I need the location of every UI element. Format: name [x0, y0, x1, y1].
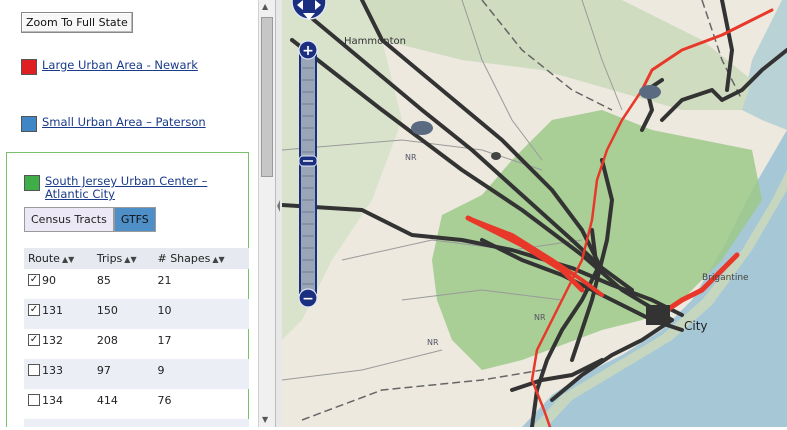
column-header-route[interactable]: Route ▲▼	[24, 248, 93, 269]
sidebar-scrollbar[interactable]: ▲ ▼	[258, 0, 276, 427]
sort-icon: ▲▼	[212, 255, 225, 264]
place-label: City	[684, 319, 708, 333]
sort-icon: ▲▼	[61, 255, 75, 264]
shapes-cell: 76	[157, 394, 172, 407]
trips-cell: 150	[92, 299, 154, 329]
place-label: Brigantine	[702, 273, 749, 283]
zoom-to-full-state-button[interactable]: Zoom To Full State	[21, 12, 133, 33]
route-checkbox[interactable]	[28, 394, 40, 406]
green-swatch-icon	[24, 175, 40, 191]
zoom-in-icon: +	[302, 43, 314, 59]
scroll-up-icon[interactable]: ▲	[262, 2, 268, 11]
shapes-cell: 9	[153, 359, 249, 389]
table-row: ✓ 90 85 21	[24, 269, 249, 299]
route-checkbox[interactable]: ✓	[28, 274, 40, 286]
tab-bar: Census Tracts GTFS	[24, 207, 156, 232]
legend-item-newark[interactable]: Large Urban Area - Newark	[21, 59, 198, 75]
nr-label: NR	[534, 313, 546, 322]
route-checkbox[interactable]: ✓	[28, 304, 40, 316]
blue-swatch-icon	[21, 116, 37, 132]
table-row: ✓ 132 208 17	[24, 329, 249, 359]
shapes-cell: 17	[157, 334, 172, 347]
sidebar: Zoom To Full State Large Urban Area - Ne…	[0, 0, 258, 427]
gtfs-routes-table: Route ▲▼ Trips ▲▼ # Shapes ▲▼ ✓ 90 85 21 ✓ 13…	[24, 248, 249, 427]
map-canvas[interactable]: Hammonton City Brigantine NR NR NR	[282, 0, 787, 427]
table-row: 134 414 76	[24, 389, 249, 419]
route-number: 133	[42, 364, 63, 377]
shapes-cell: 21	[157, 274, 172, 287]
trips-cell: 414	[96, 394, 118, 407]
tab-gtfs[interactable]: GTFS	[113, 207, 156, 232]
zoom-out-icon: −	[302, 291, 314, 307]
trips-cell: 97	[92, 359, 154, 389]
nr-label: NR	[405, 153, 417, 162]
route-checkbox[interactable]	[28, 364, 40, 376]
trips-cell: 208	[96, 334, 118, 347]
tab-census-tracts[interactable]: Census Tracts	[24, 207, 114, 232]
legend-item-south-jersey[interactable]: South Jersey Urban Center – Atlantic Cit…	[24, 175, 224, 201]
sort-icon: ▲▼	[124, 255, 137, 264]
table-row: ✓ 131 150 10	[24, 299, 249, 329]
column-header-shapes[interactable]: # Shapes ▲▼	[153, 248, 249, 269]
route-number: 90	[42, 274, 56, 287]
route-checkbox[interactable]: ✓	[28, 334, 40, 346]
legend-link-paterson[interactable]: Small Urban Area – Paterson	[42, 116, 206, 129]
zoom-track[interactable]	[299, 51, 317, 299]
south-jersey-panel: South Jersey Urban Center – Atlantic Cit…	[6, 152, 249, 427]
place-label: Hammonton	[344, 36, 406, 47]
route-number: 134	[42, 394, 63, 407]
legend-item-paterson[interactable]: Small Urban Area – Paterson	[21, 116, 206, 132]
nr-label: NR	[427, 338, 439, 347]
legend-link-atlantic-city[interactable]: South Jersey Urban Center – Atlantic Cit…	[45, 175, 224, 201]
pan-control[interactable]	[289, 0, 329, 20]
red-swatch-icon	[21, 59, 37, 75]
route-number: 131	[42, 304, 63, 317]
legend-link-newark[interactable]: Large Urban Area - Newark	[42, 59, 198, 72]
column-header-trips[interactable]: Trips ▲▼	[92, 248, 154, 269]
city-cluster	[646, 305, 670, 325]
trips-cell: 85	[96, 274, 111, 287]
shapes-cell: 10	[153, 299, 249, 329]
table-row: 133 97 9	[24, 359, 249, 389]
scrollbar-thumb[interactable]	[261, 17, 273, 177]
map-view[interactable]: Hammonton City Brigantine NR NR NR	[282, 0, 787, 427]
route-number: 132	[42, 334, 63, 347]
scroll-down-icon[interactable]: ▼	[262, 415, 268, 424]
zoom-slider[interactable]: + −	[297, 40, 319, 310]
table-row	[24, 419, 249, 427]
